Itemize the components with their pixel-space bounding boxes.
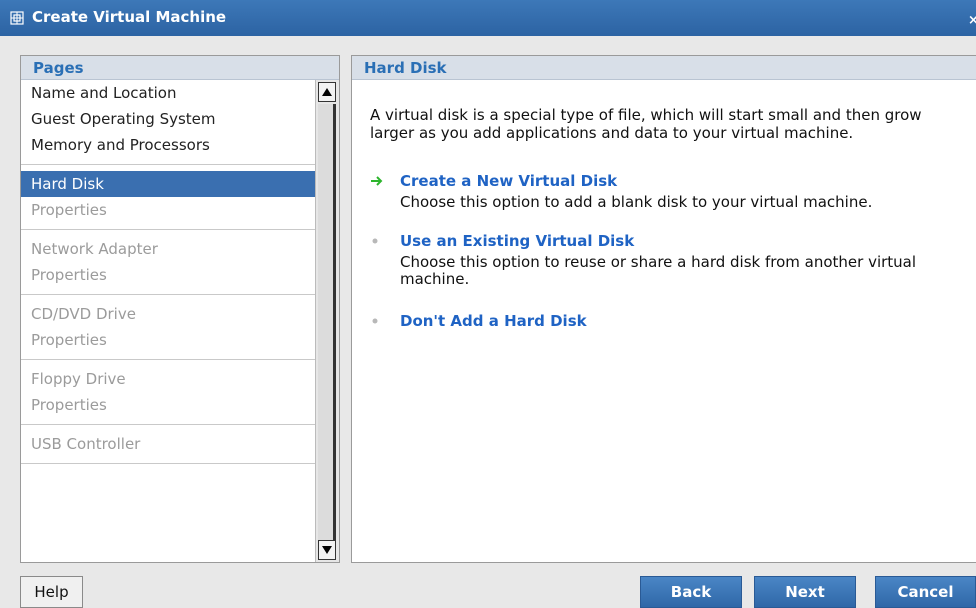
scroll-up-button[interactable] [318, 82, 336, 102]
scroll-down-button[interactable] [318, 540, 336, 560]
arrow-down-icon [322, 546, 332, 554]
pages-header: Pages [21, 56, 339, 80]
page-item-usb-controller: USB Controller [31, 435, 141, 453]
page-item-memory-and-processors[interactable]: Memory and Processors [21, 132, 317, 158]
create-new-virtual-disk-label: Create a New Virtual Disk [400, 172, 618, 190]
cancel-button[interactable]: Cancel [875, 576, 976, 608]
page-item-network-adapter-properties: Properties [31, 266, 107, 284]
option-create-new-virtual-disk[interactable]: Create a New Virtual Disk Choose this op… [370, 171, 970, 211]
arrow-right-icon [371, 176, 383, 186]
pages-list: Name and Location Guest Operating System… [21, 80, 317, 562]
create-new-virtual-disk-description: Choose this option to add a blank disk t… [400, 193, 873, 211]
close-icon[interactable]: × [968, 14, 976, 28]
page-item-cd-dvd-drive-properties: Properties [31, 331, 107, 349]
pages-scrollbar[interactable] [315, 80, 339, 562]
bullet-icon [372, 238, 378, 244]
page-item-floppy-drive-properties: Properties [31, 396, 107, 414]
dont-add-hard-disk-label: Don't Add a Hard Disk [400, 312, 587, 330]
page-item-guest-operating-system[interactable]: Guest Operating System [21, 106, 317, 132]
page-item-network-adapter: Network Adapter [31, 240, 158, 258]
page-group-hard-disk: Hard Disk Properties [21, 165, 317, 230]
scroll-thumb[interactable] [318, 104, 336, 544]
use-existing-virtual-disk-description: Choose this option to reuse or share a h… [400, 253, 917, 288]
bullet-icon [372, 318, 378, 324]
content-header: Hard Disk [352, 56, 976, 80]
window-title: Create Virtual Machine [32, 8, 227, 26]
pages-panel: Pages Name and Location Guest Operating … [20, 55, 340, 563]
page-item-cd-dvd-drive: CD/DVD Drive [31, 305, 136, 323]
use-existing-virtual-disk-label: Use an Existing Virtual Disk [400, 232, 635, 250]
page-group-network-adapter: Network Adapter Properties [21, 230, 317, 295]
virtual-machine-icon [10, 11, 24, 25]
create-new-virtual-disk-link[interactable]: Create a New Virtual Disk [370, 171, 970, 191]
page-item-hard-disk-properties: Properties [31, 201, 107, 219]
next-button[interactable]: Next [754, 576, 856, 608]
option-use-existing-virtual-disk[interactable]: Use an Existing Virtual Disk Choose this… [370, 231, 970, 288]
option-dont-add-hard-disk[interactable]: Don't Add a Hard Disk [370, 311, 970, 331]
page-group-floppy-drive: Floppy Drive Properties [21, 360, 317, 425]
use-existing-virtual-disk-link[interactable]: Use an Existing Virtual Disk [370, 231, 970, 251]
intro-text: A virtual disk is a special type of file… [370, 106, 922, 142]
back-button[interactable]: Back [640, 576, 742, 608]
page-group-cd-dvd-drive: CD/DVD Drive Properties [21, 295, 317, 360]
page-group-usb-controller: USB Controller [21, 425, 317, 464]
page-item-floppy-drive: Floppy Drive [31, 370, 126, 388]
arrow-up-icon [322, 88, 332, 96]
content-panel: Hard Disk A virtual disk is a special ty… [351, 55, 976, 563]
page-group-general: Name and Location Guest Operating System… [21, 80, 317, 165]
help-button[interactable]: Help [20, 576, 83, 608]
page-item-hard-disk[interactable]: Hard Disk [21, 171, 317, 197]
dont-add-hard-disk-link[interactable]: Don't Add a Hard Disk [370, 311, 970, 331]
title-bar: Create Virtual Machine × [0, 0, 976, 36]
page-item-name-and-location[interactable]: Name and Location [21, 80, 317, 106]
